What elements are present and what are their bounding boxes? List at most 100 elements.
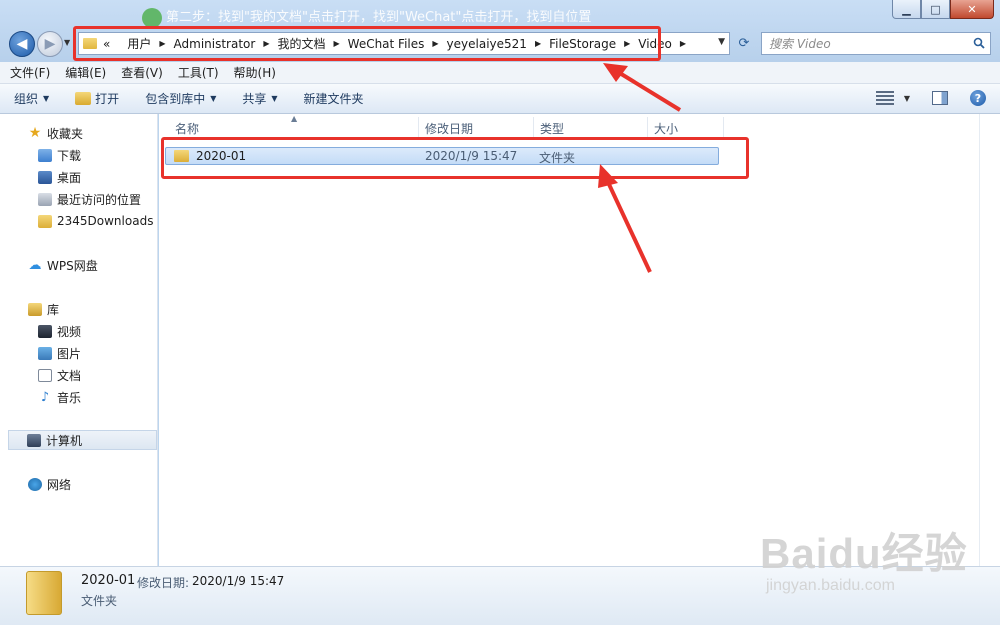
share-button[interactable]: 共享 ▼ xyxy=(242,90,277,107)
menu-tools[interactable]: 工具(T) xyxy=(178,64,219,81)
share-label: 共享 xyxy=(242,92,267,106)
vertical-scrollbar[interactable] xyxy=(979,114,1000,566)
chevron-right-icon[interactable]: ▶ xyxy=(432,39,438,48)
organize-label: 组织 xyxy=(14,92,39,106)
chevron-down-icon[interactable]: ▼ xyxy=(904,94,910,103)
search-input[interactable]: 搜索 Video xyxy=(761,32,991,55)
menu-help[interactable]: 帮助(H) xyxy=(234,64,276,81)
column-header-type[interactable]: 类型 xyxy=(534,117,648,139)
chevron-right-icon[interactable]: ▶ xyxy=(263,39,269,48)
nav-item-2345downloads[interactable]: 2345Downloads xyxy=(0,211,158,231)
pictures-icon xyxy=(38,346,52,360)
folder-icon xyxy=(38,214,52,228)
nav-item-label: 图片 xyxy=(57,346,82,361)
nav-item-label: 文档 xyxy=(57,368,82,383)
minimize-button[interactable]: ▁ xyxy=(892,0,921,19)
menu-edit[interactable]: 编辑(E) xyxy=(65,64,106,81)
details-date-label: 修改日期: xyxy=(137,576,190,590)
chevron-right-icon[interactable]: ▶ xyxy=(535,39,541,48)
nav-item-label: 音乐 xyxy=(57,390,82,405)
folder-icon xyxy=(83,38,97,49)
desktop-icon xyxy=(38,170,52,184)
breadcrumb-wechat-files[interactable]: WeChat Files xyxy=(348,37,425,51)
breadcrumb-users[interactable]: 用户 xyxy=(127,35,151,52)
breadcrumb-my-documents[interactable]: 我的文档 xyxy=(277,35,325,52)
details-date: 2020/1/9 15:47 xyxy=(192,574,285,588)
view-controls: ▼ ? xyxy=(875,90,986,106)
nav-item-label: 最近访问的位置 xyxy=(57,192,142,207)
instruction-overlay: 第二步：找到"我的文档"点击打开，找到"WeChat"点击打开，找到自位置 xyxy=(140,6,900,30)
maximize-button[interactable]: □ xyxy=(921,0,950,19)
chevron-down-icon: ▼ xyxy=(210,94,217,103)
nav-network[interactable]: 网络 xyxy=(0,474,158,494)
forward-button[interactable]: ▶ xyxy=(37,31,63,57)
nav-item-documents[interactable]: 文档 xyxy=(0,365,158,385)
history-dropdown-icon[interactable]: ▼ xyxy=(64,38,70,47)
video-library-icon xyxy=(38,324,52,338)
computer-icon xyxy=(27,433,41,447)
nav-computer[interactable]: 计算机 xyxy=(8,430,157,450)
menu-bar: 文件(F) 编辑(E) 查看(V) 工具(T) 帮助(H) xyxy=(0,62,1000,84)
breadcrumb-account[interactable]: yeyelaiye521 xyxy=(447,37,527,51)
open-label: 打开 xyxy=(95,92,120,106)
close-button[interactable]: ✕ xyxy=(950,0,994,19)
nav-item-videos[interactable]: 视频 xyxy=(0,321,158,341)
nav-item-music[interactable]: ♪ 音乐 xyxy=(0,387,158,407)
file-type: 文件夹 xyxy=(539,151,576,165)
instruction-text: 第二步：找到"我的文档"点击打开，找到"WeChat"点击打开，找到自位置 xyxy=(166,10,592,25)
nav-wps-cloud[interactable]: ☁ WPS网盘 xyxy=(0,255,158,275)
chevron-right-icon[interactable]: ▶ xyxy=(334,39,340,48)
title-bar: 第二步：找到"我的文档"点击打开，找到"WeChat"点击打开，找到自位置 ▁ … xyxy=(0,0,1000,62)
column-header-size[interactable]: 大小 xyxy=(648,117,724,139)
refresh-button[interactable]: ⟳ xyxy=(734,33,754,54)
column-size-label: 大小 xyxy=(654,121,679,136)
new-folder-button[interactable]: 新建文件夹 xyxy=(304,90,364,107)
window-controls: ▁ □ ✕ xyxy=(892,0,994,19)
document-icon xyxy=(38,368,52,382)
library-icon xyxy=(28,302,42,316)
view-options-icon[interactable] xyxy=(875,91,894,105)
breadcrumb-filestorage[interactable]: FileStorage xyxy=(549,37,616,51)
nav-item-desktop[interactable]: 桌面 xyxy=(0,167,158,187)
nav-favorites[interactable]: ★ 收藏夹 xyxy=(0,123,158,143)
chevron-right-icon[interactable]: ▶ xyxy=(159,39,165,48)
menu-file[interactable]: 文件(F) xyxy=(10,64,50,81)
menu-view[interactable]: 查看(V) xyxy=(121,64,163,81)
details-name: 2020-01 xyxy=(81,573,136,588)
search-placeholder: 搜索 Video xyxy=(769,37,831,51)
help-icon[interactable]: ? xyxy=(970,90,986,106)
nav-libraries[interactable]: 库 xyxy=(0,299,158,319)
nav-computer-label: 计算机 xyxy=(46,433,83,448)
address-dropdown-icon[interactable]: ▼ xyxy=(718,37,725,47)
column-header-date[interactable]: 修改日期 xyxy=(419,117,534,139)
nav-favorites-label: 收藏夹 xyxy=(47,126,84,141)
breadcrumb-administrator[interactable]: Administrator xyxy=(174,37,256,51)
chevron-right-icon[interactable]: ▶ xyxy=(680,39,686,48)
nav-item-label: 桌面 xyxy=(57,170,82,185)
chevron-right-icon[interactable]: ▶ xyxy=(624,39,630,48)
nav-item-downloads[interactable]: 下载 xyxy=(0,145,158,165)
include-in-library-button[interactable]: 包含到库中 ▼ xyxy=(145,90,216,107)
nav-item-recent-places[interactable]: 最近访问的位置 xyxy=(0,189,158,209)
organize-button[interactable]: 组织 ▼ xyxy=(14,90,49,107)
file-date: 2020/1/9 15:47 xyxy=(425,149,518,163)
breadcrumb-overflow[interactable]: « xyxy=(103,37,110,51)
preview-pane-icon[interactable] xyxy=(932,91,948,105)
nav-item-label: 2345Downloads xyxy=(57,214,154,228)
back-button[interactable]: ◀ xyxy=(9,31,35,57)
chevron-down-icon: ▼ xyxy=(43,94,50,103)
watermark: Baidu经验 jingyan.baidu.com xyxy=(760,520,968,595)
refresh-icon: ⟳ xyxy=(738,36,750,51)
watermark-logo: Baidu经验 xyxy=(760,530,968,577)
nav-item-label: 下载 xyxy=(57,148,82,163)
breadcrumb-video[interactable]: Video xyxy=(638,37,672,51)
open-button[interactable]: 打开 xyxy=(75,90,119,107)
column-header-name[interactable]: 名称 xyxy=(169,117,419,139)
search-icon[interactable] xyxy=(973,37,985,49)
address-bar[interactable]: « 用户 ▶ Administrator ▶ 我的文档 ▶ WeChat Fil… xyxy=(78,32,730,55)
chevron-down-icon: ▼ xyxy=(271,94,278,103)
nav-item-label: 视频 xyxy=(57,324,82,339)
table-row[interactable]: 2020-01 2020/1/9 15:47 文件夹 xyxy=(165,147,719,165)
nav-item-pictures[interactable]: 图片 xyxy=(0,343,158,363)
open-folder-icon xyxy=(75,92,92,105)
